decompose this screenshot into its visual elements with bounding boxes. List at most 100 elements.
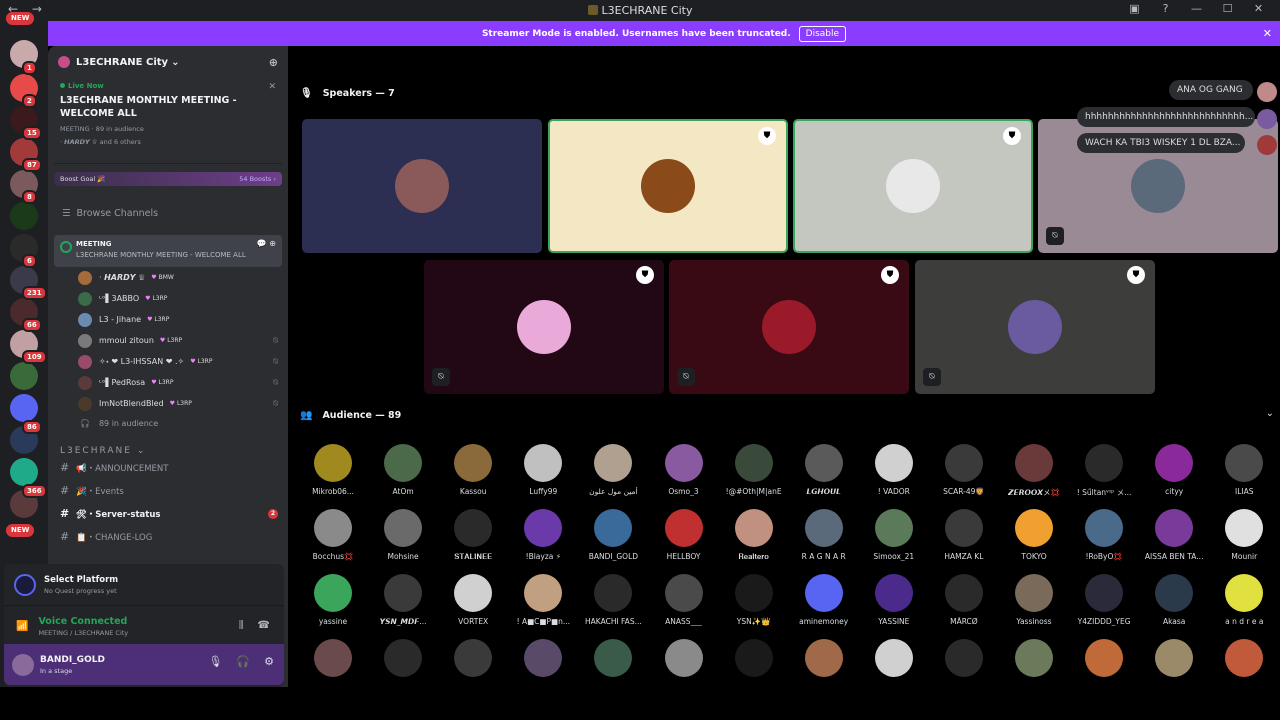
audience-member[interactable] xyxy=(1209,639,1279,677)
server-icon[interactable] xyxy=(10,458,38,486)
speaker-tile[interactable]: ⛊ xyxy=(548,119,788,253)
server-icon[interactable] xyxy=(10,202,38,230)
noise-suppression-icon[interactable]: ⫼ xyxy=(239,620,244,631)
audience-member[interactable]: AISSA BEN TA... xyxy=(1139,509,1209,561)
audience-member[interactable] xyxy=(719,639,789,677)
server-icon[interactable] xyxy=(10,394,38,422)
disconnect-icon[interactable]: ☎ xyxy=(258,620,270,631)
audience-member[interactable] xyxy=(649,639,719,677)
audience-member[interactable]: Kassou xyxy=(438,444,508,496)
avatar[interactable] xyxy=(12,653,34,676)
audience-member[interactable]: 𝐑𝐞𝐚𝐥𝐭𝐞𝐫𝐨 xyxy=(719,509,789,562)
audience-member[interactable]: yassine xyxy=(298,574,368,626)
voice-member[interactable]: ᶫᵒ▌PedRosa L3RP ⍉ xyxy=(48,372,288,393)
category-header[interactable]: L3ECHRANE ⌄ xyxy=(48,432,288,456)
headphones-icon[interactable]: 🎧 xyxy=(236,655,250,668)
audience-member[interactable]: VORTEX xyxy=(438,574,508,626)
channel-item[interactable]: # 📋・CHANGE-LOG xyxy=(48,525,288,548)
window-control[interactable]: ✕ xyxy=(1243,2,1274,15)
chat-icon[interactable]: 💬 ⊕ xyxy=(257,239,276,248)
audience-member[interactable]: ! VADOR xyxy=(859,444,929,496)
audience-member[interactable] xyxy=(578,639,648,677)
audience-member[interactable] xyxy=(298,639,368,677)
audience-member[interactable]: HELLBOY xyxy=(649,509,719,561)
mic-icon[interactable]: 🎙 xyxy=(208,655,222,668)
audience-member[interactable]: Mikrob06... xyxy=(298,444,368,496)
audience-member[interactable]: Yassinoss xyxy=(999,574,1069,626)
channel-item[interactable]: # 🎉・Events xyxy=(48,479,288,502)
audience-count-line[interactable]: 🎧 89 in audience xyxy=(48,414,288,432)
window-control[interactable]: ? xyxy=(1150,2,1181,15)
audience-member[interactable]: !RoByO💢 xyxy=(1069,509,1139,561)
audience-member[interactable]: Mohsine xyxy=(368,509,438,561)
speaker-tile[interactable]: ⛊ xyxy=(793,119,1033,253)
audience-member[interactable]: 𝙔𝙎𝙉_𝙈𝘿𝙁... xyxy=(368,574,438,626)
audience-member[interactable] xyxy=(789,639,859,677)
window-control[interactable]: ▣ xyxy=(1119,2,1150,15)
boost-goal-bar[interactable]: Boost Goal 🎉 54 Boosts › xyxy=(54,172,282,186)
gear-icon[interactable]: ⚙ xyxy=(264,655,274,668)
audience-member[interactable]: R A G N A R xyxy=(789,509,859,561)
audience-member[interactable] xyxy=(929,639,999,677)
audience-member[interactable]: BANDI_GOLD xyxy=(578,509,648,561)
audience-member[interactable]: aminemoney xyxy=(789,574,859,626)
server-icon[interactable] xyxy=(10,362,38,390)
voice-member[interactable]: ImNotBlendBled L3RP ⍉ xyxy=(48,393,288,414)
audience-member[interactable] xyxy=(438,639,508,677)
audience-member[interactable]: YSN✨👑 xyxy=(719,574,789,626)
audience-member[interactable] xyxy=(508,639,578,677)
chevron-down-icon[interactable]: ⌄ xyxy=(1266,408,1274,419)
voice-member[interactable]: mmoul zitoun L3RP ⍉ xyxy=(48,330,288,351)
audience-member[interactable]: HAMZA KL xyxy=(929,509,999,561)
audience-member[interactable]: YASSINE xyxy=(859,574,929,626)
audience-member[interactable] xyxy=(1069,639,1139,677)
audience-member[interactable]: HAKACHI FAS... xyxy=(578,574,648,626)
window-control[interactable]: ☐ xyxy=(1212,2,1243,15)
audience-member[interactable]: ! Sűltanᵛᶦᵖ メ... xyxy=(1069,444,1139,498)
audience-member[interactable]: TOKYO xyxy=(999,509,1069,561)
channel-item[interactable]: # 📢・ANNOUNCEMENT xyxy=(48,456,288,479)
close-icon[interactable]: ✕ xyxy=(1263,27,1272,40)
audience-member[interactable]: !@#Oth|M|anE xyxy=(719,444,789,496)
audience-member[interactable]: Akasa xyxy=(1139,574,1209,626)
audience-member[interactable]: a n d r e a xyxy=(1209,574,1279,626)
voice-member[interactable]: ᶫᵒ▌3ABBO L3RP xyxy=(48,288,288,309)
audience-member[interactable]: Luffy99 xyxy=(508,444,578,496)
window-control[interactable]: — xyxy=(1181,2,1212,15)
voice-member[interactable]: · 𝙃𝘼𝙍𝘿𝙔 ♕ BMW xyxy=(48,267,288,288)
close-icon[interactable]: ✕ xyxy=(268,82,276,92)
voice-member[interactable]: ✧˖ ❤ L3-IHSSAN ❤ .✧ L3RP ⍉ xyxy=(48,351,288,372)
audience-member[interactable]: ILIAS xyxy=(1209,444,1279,496)
audience-member[interactable]: أمين مول علون xyxy=(578,444,648,496)
browse-channels[interactable]: ☰ Browse Channels xyxy=(48,186,288,219)
select-platform[interactable]: Select Platform No Quest progress yet xyxy=(4,564,284,606)
live-event-card[interactable]: Live Now L3ECHRANE MONTHLY MEETING - WEL… xyxy=(54,78,282,164)
speaker-tile[interactable]: ⛊ ⍉ xyxy=(669,260,909,394)
server-header[interactable]: L3ECHRANE City ⌄ ⊕ xyxy=(48,46,288,78)
disable-button[interactable]: Disable xyxy=(798,25,847,42)
audience-member[interactable]: MÃRCØ xyxy=(929,574,999,626)
audience-member[interactable]: cityy xyxy=(1139,444,1209,496)
audience-member[interactable]: Osmo_3 xyxy=(649,444,719,496)
audience-member[interactable]: SCAR-49🦁 xyxy=(929,444,999,496)
voice-member[interactable]: L3 - Jihane L3RP xyxy=(48,309,288,330)
audience-member[interactable]: 𝙕𝙀𝙍𝙊𝙊𝙓メ💢 xyxy=(999,444,1069,498)
audience-member[interactable] xyxy=(368,639,438,677)
signal-icon[interactable]: 📶 xyxy=(16,621,28,632)
audience-member[interactable]: Y4ZIDDD_YEG xyxy=(1069,574,1139,626)
speaker-tile[interactable] xyxy=(302,119,542,253)
speaker-tile[interactable]: ⛊ ⍉ xyxy=(424,260,664,394)
audience-member[interactable]: AtOm xyxy=(368,444,438,496)
voice-channel[interactable]: MEETING / L3ECHRANE City xyxy=(38,629,128,637)
audience-member[interactable]: 𝐒𝐓𝐀𝐋𝐈𝐍𝐄𝐄 xyxy=(438,509,508,562)
audience-member[interactable]: Mounir xyxy=(1209,509,1279,561)
audience-member[interactable] xyxy=(859,639,929,677)
audience-member[interactable]: 𝙇𝙂𝙃𝙊𝙐𝙇 xyxy=(789,444,859,496)
audience-member[interactable]: !Blayza ⚡ xyxy=(508,509,578,561)
audience-member[interactable]: ANASS___ xyxy=(649,574,719,626)
audience-member[interactable]: Bocchus💢 xyxy=(298,509,368,561)
audience-member[interactable]: Simoox_21 xyxy=(859,509,929,561)
audience-member[interactable]: ! A■C■P■n... xyxy=(508,574,578,626)
channel-meeting[interactable]: MEETING L3ECHRANE MONTHLY MEETING - WELC… xyxy=(54,235,282,267)
add-member-icon[interactable]: ⊕ xyxy=(269,56,278,69)
